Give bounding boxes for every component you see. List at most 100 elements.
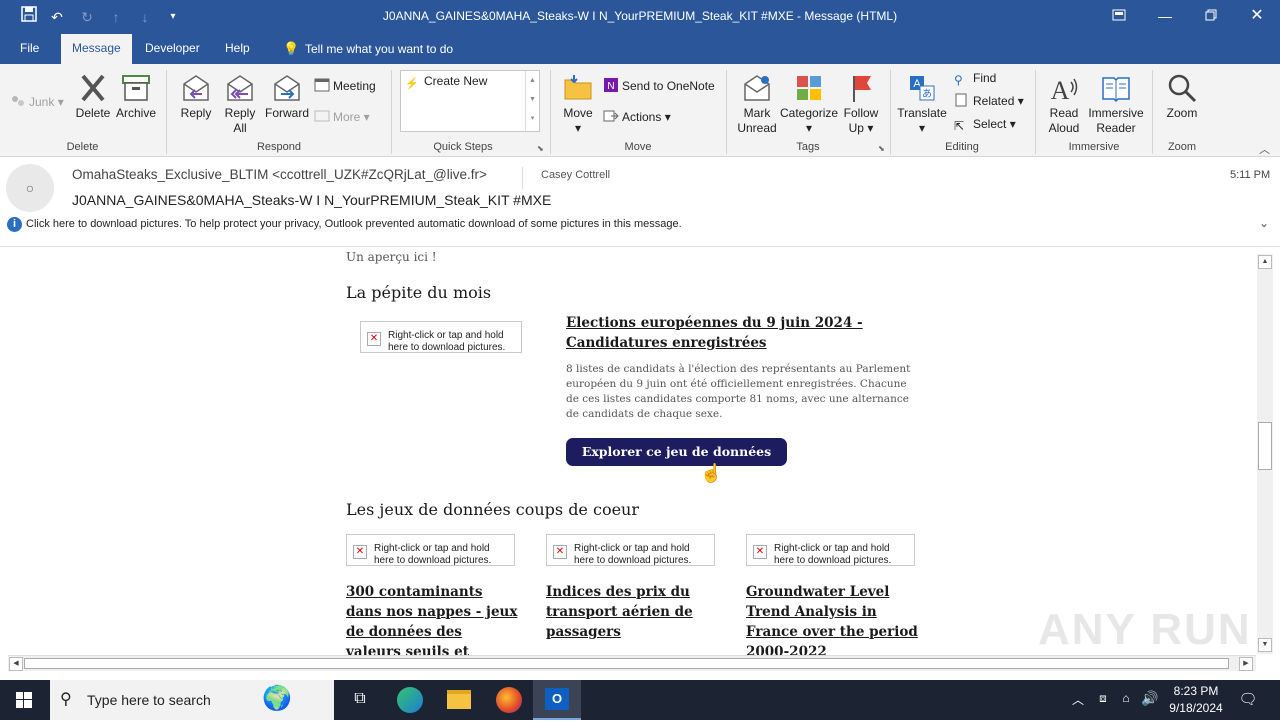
tab-file[interactable]: File [9, 34, 50, 64]
close-button[interactable]: ✕ [1234, 0, 1280, 34]
reply-all-button[interactable]: Reply All [220, 72, 260, 136]
more-respond-button[interactable]: More ▾ [314, 107, 370, 127]
forward-button[interactable]: Forward [262, 72, 312, 121]
more-icon [314, 109, 330, 123]
send-to-onenote-button[interactable]: N Send to OneNote [603, 76, 715, 96]
section-title-pepite: La pépite du mois [346, 283, 492, 302]
mark-unread-button[interactable]: Mark Unread [734, 72, 780, 136]
zoom-button[interactable]: Zoom [1160, 72, 1204, 121]
taskbar-time[interactable]: 8:23 PM [1164, 684, 1228, 698]
vertical-scroll-thumb[interactable] [1258, 422, 1272, 470]
task-view-icon[interactable]: ⧉ [348, 690, 372, 708]
save-icon[interactable] [18, 6, 40, 28]
show-hidden-icons[interactable]: ︿ [1070, 691, 1086, 708]
ribbon-display-options-icon[interactable] [1096, 0, 1142, 34]
search-highlight-icon: 🌍 [262, 685, 292, 712]
firefox-icon[interactable] [496, 687, 522, 713]
select-button[interactable]: ⇱ Select ▾ [954, 114, 1016, 134]
file-explorer-icon[interactable] [447, 690, 471, 709]
start-button[interactable] [0, 680, 48, 720]
volume-icon[interactable]: 🔊 [1141, 690, 1159, 707]
tab-help[interactable]: Help [214, 34, 261, 64]
taskbar-date[interactable]: 9/18/2024 [1164, 701, 1228, 715]
article-title-link[interactable]: Elections européennes du 9 juin 2024 - C… [566, 313, 886, 353]
translate-button[interactable]: Aあ Translate ▾ [896, 72, 948, 136]
explore-dataset-button[interactable]: Explorer ce jeu de données [566, 438, 787, 466]
tab-message[interactable]: Message [61, 34, 132, 64]
outlook-icon: O [545, 688, 569, 710]
up-arrow-icon[interactable]: ↑ [105, 6, 127, 28]
quick-steps-scroll[interactable]: ▲ ▼ ▾ [525, 71, 539, 131]
reply-icon [183, 75, 209, 101]
related-button[interactable]: Related ▾ [954, 91, 1024, 111]
delete-button[interactable]: Delete [74, 72, 112, 121]
svg-text:A: A [1051, 76, 1070, 104]
magnifier-icon [1168, 74, 1197, 103]
tell-me-box[interactable]: 💡 Tell me what you want to do [272, 34, 464, 64]
horizontal-scroll-thumb[interactable] [24, 658, 1229, 669]
tags-launcher-icon[interactable]: ⬊ [878, 144, 888, 154]
meeting-button[interactable]: Meeting [314, 76, 376, 96]
message-subject: J0ANNA_GAINES&0MAHA_Steaks-W I N_YourPRE… [72, 192, 552, 208]
svg-text:N: N [607, 81, 614, 92]
collapse-ribbon-icon[interactable]: ︿ [1259, 141, 1270, 157]
minimize-button[interactable]: — [1142, 0, 1188, 34]
window-title: J0ANNA_GAINES&0MAHA_Steaks-W I N_YourPRE… [382, 9, 898, 23]
read-aloud-icon: A [1051, 76, 1078, 104]
blocked-image[interactable]: ✕ Right-click or tap and hold here to do… [360, 321, 522, 353]
folder-move-icon [564, 75, 592, 100]
taskbar-search-box[interactable]: ⚲ Type here to search 🌍 [50, 680, 334, 720]
blocked-image[interactable]: ✕ Right-click or tap and hold here to do… [746, 534, 915, 566]
sender[interactable]: OmahaSteaks_Exclusive_BLTIM <ccottrell_U… [72, 167, 487, 182]
categorize-button[interactable]: Categorize ▾ [780, 72, 838, 136]
card-title-link[interactable]: 300 contaminants dans nos nappes - jeux … [346, 582, 518, 655]
actions-button[interactable]: Actions ▾ [603, 107, 671, 127]
broken-image-icon: ✕ [553, 545, 567, 559]
vertical-scrollbar[interactable]: ▲ ▼ [1257, 254, 1273, 654]
reply-button[interactable]: Reply [176, 72, 216, 121]
horizontal-scrollbar[interactable]: ◀ ▶ [8, 655, 1256, 671]
edge-icon[interactable] [397, 687, 423, 713]
hand-cursor-icon: ☝ [700, 463, 723, 483]
card-title-link[interactable]: Indices des prix du transport aérien de … [546, 582, 706, 642]
find-button[interactable]: ⚲ Find [954, 68, 996, 88]
recipient[interactable]: Casey Cottrell [541, 169, 610, 181]
quick-steps-launcher-icon[interactable]: ⬊ [537, 144, 547, 154]
follow-up-button[interactable]: Follow Up ▾ [840, 72, 882, 136]
create-new-quick-step[interactable]: ⚡ Create New [405, 71, 487, 91]
tab-developer[interactable]: Developer [134, 34, 211, 64]
undo-icon[interactable]: ↶ [46, 6, 68, 28]
group-label-tags: Tags [796, 141, 820, 153]
title-bar: ↶ ↻ ↑ ↓ ▾ J0ANNA_GAINES&0MAHA_Steaks-W I… [0, 0, 1280, 34]
read-aloud-button[interactable]: A Read Aloud [1042, 72, 1086, 136]
blocked-image[interactable]: ✕ Right-click or tap and hold here to do… [546, 534, 715, 566]
network-drive-icon[interactable]: ⧈ [1094, 691, 1112, 706]
scroll-right-icon[interactable]: ▶ [1239, 657, 1253, 671]
received-time: 5:11 PM [1230, 169, 1271, 181]
message-body: Un aperçu ici ! La pépite du mois ✕ Righ… [0, 247, 1257, 655]
immersive-reader-button[interactable]: Immersive Reader [1088, 72, 1144, 136]
search-icon: ⚲ [60, 691, 72, 708]
related-icon [954, 93, 970, 107]
down-arrow-icon[interactable]: ↓ [134, 6, 156, 28]
network-icon[interactable]: ⌂ [1117, 691, 1135, 705]
card-title-link[interactable]: Groundwater Level Trend Analysis in Fran… [746, 582, 922, 655]
ribbon-separator [1152, 70, 1153, 154]
customize-toolbar-icon[interactable]: ▾ [162, 6, 184, 28]
download-pictures-infobar[interactable]: i Click here to download pictures. To he… [0, 214, 1280, 236]
search-icon: ⚲ [954, 73, 963, 87]
scroll-down-icon[interactable]: ▼ [1258, 638, 1272, 652]
maximize-button[interactable] [1188, 0, 1234, 34]
move-button[interactable]: Move ▾ [558, 72, 598, 136]
archive-button[interactable]: Archive [114, 72, 158, 121]
chevron-down-icon[interactable]: ⌄ [1259, 216, 1269, 230]
junk-button[interactable]: Junk ▾ [10, 92, 64, 112]
notifications-icon[interactable]: 🗨 [1238, 690, 1258, 708]
redo-icon[interactable]: ↻ [76, 6, 98, 28]
calendar-icon [314, 78, 330, 92]
scroll-left-icon[interactable]: ◀ [9, 657, 23, 671]
outlook-taskbar-button[interactable]: O [533, 680, 581, 720]
blocked-image[interactable]: ✕ Right-click or tap and hold here to do… [346, 534, 515, 566]
scroll-up-icon[interactable]: ▲ [1258, 255, 1272, 269]
group-label-quick-steps: Quick Steps [433, 141, 493, 153]
